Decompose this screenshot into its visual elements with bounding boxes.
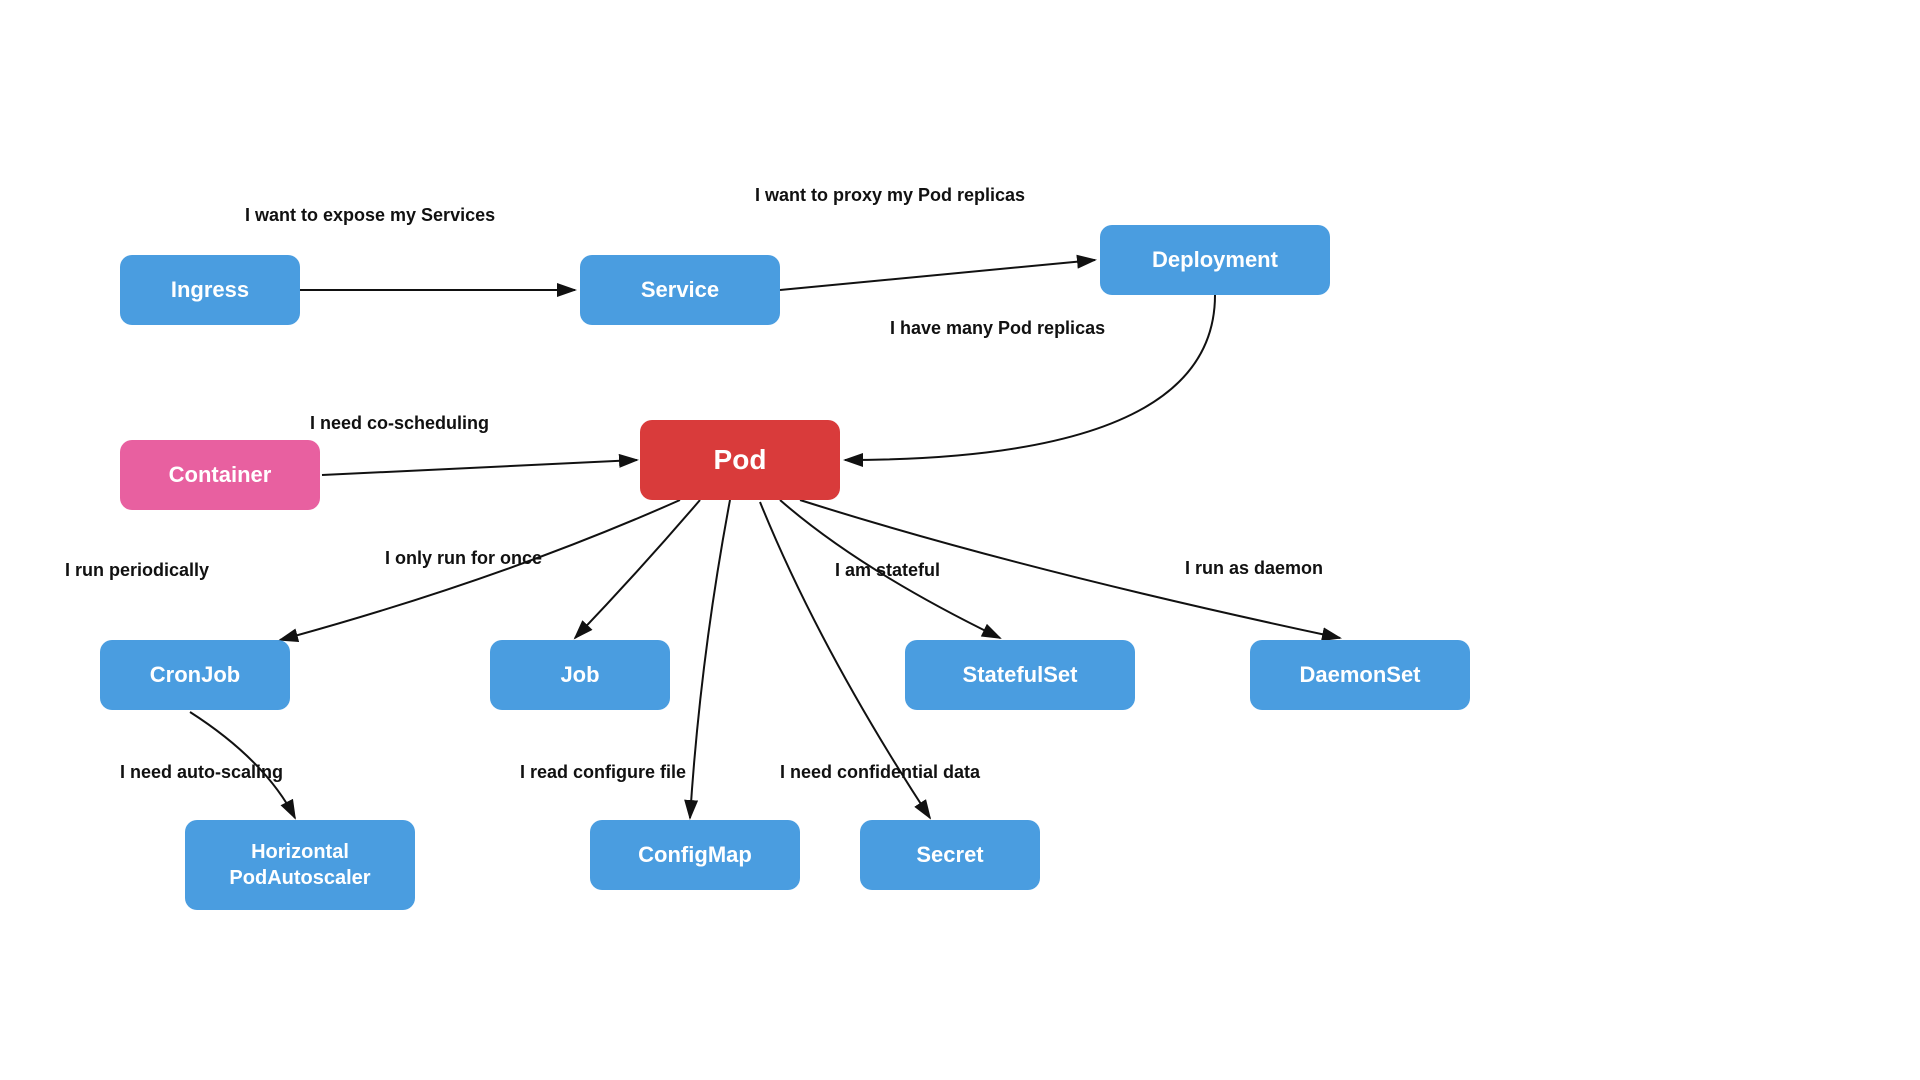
label-daemon: I run as daemon	[1185, 558, 1323, 579]
node-secret: Secret	[860, 820, 1040, 890]
label-periodic: I run periodically	[65, 560, 209, 581]
label-proxy: I want to proxy my Pod replicas	[755, 185, 1025, 206]
node-configmap: ConfigMap	[590, 820, 800, 890]
node-ingress: Ingress	[120, 255, 300, 325]
label-confidential: I need confidential data	[780, 762, 980, 783]
node-statefulset: StatefulSet	[905, 640, 1135, 710]
label-manyreplicas: I have many Pod replicas	[890, 318, 1105, 339]
label-configure: I read configure file	[520, 762, 686, 783]
node-job: Job	[490, 640, 670, 710]
label-expose: I want to expose my Services	[245, 205, 495, 226]
label-autoscaling: I need auto-scaling	[120, 762, 283, 783]
node-pod: Pod	[640, 420, 840, 500]
label-onlyonce: I only run for once	[385, 548, 542, 569]
arrows-svg	[0, 0, 1920, 1080]
node-cronjob: CronJob	[100, 640, 290, 710]
node-container: Container	[120, 440, 320, 510]
node-daemonset: DaemonSet	[1250, 640, 1470, 710]
node-hpa: HorizontalPodAutoscaler	[185, 820, 415, 910]
label-coschedule: I need co-scheduling	[310, 413, 489, 434]
node-service: Service	[580, 255, 780, 325]
diagram-container: Ingress Service Deployment Container Pod…	[0, 0, 1920, 1080]
label-stateful: I am stateful	[835, 560, 940, 581]
node-deployment: Deployment	[1100, 225, 1330, 295]
